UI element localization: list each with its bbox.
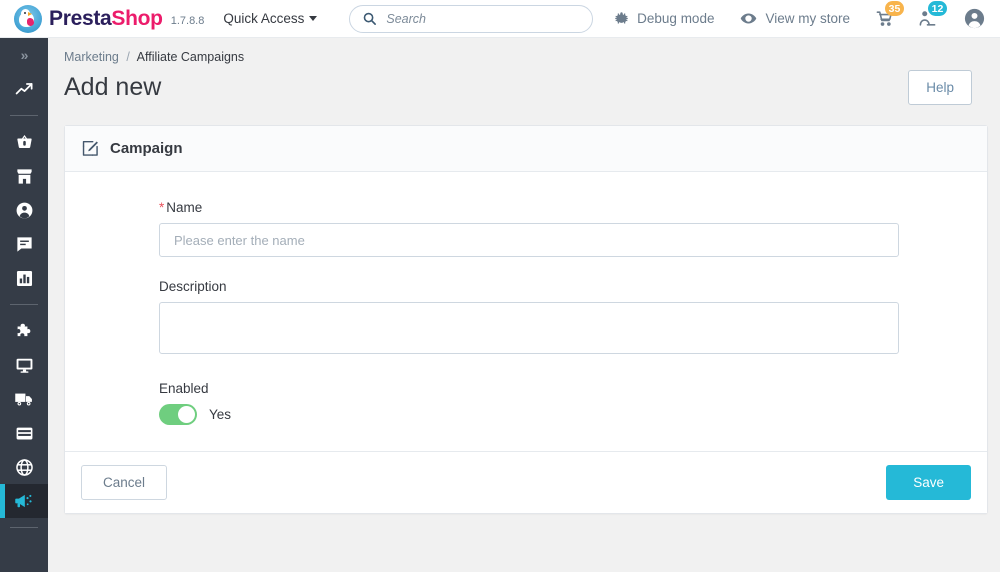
enabled-toggle-state-label: Yes	[209, 407, 232, 422]
trending-up-icon	[15, 82, 32, 94]
name-input[interactable]	[159, 223, 899, 257]
description-field-row: Description	[65, 279, 987, 359]
prestashop-admin-page: PrestaShop 1.7.8.8 Quick Access Debug mo…	[0, 0, 1000, 572]
enabled-field-row: Enabled Yes	[65, 381, 987, 425]
breadcrumb-parent[interactable]: Marketing	[64, 50, 119, 64]
main-sidebar: »	[0, 38, 48, 572]
user-account-button[interactable]	[949, 7, 986, 30]
name-label-text: Name	[166, 200, 203, 215]
sidebar-item-design[interactable]	[0, 348, 48, 382]
puzzle-icon	[17, 323, 30, 336]
sidebar-item-shipping[interactable]	[0, 382, 48, 416]
megaphone-icon	[15, 494, 32, 508]
name-field-row: * Name	[65, 200, 987, 257]
bar-chart-icon	[16, 270, 32, 286]
sidebar-item-payment[interactable]	[0, 416, 48, 450]
prestashop-logo[interactable]: PrestaShop	[14, 4, 163, 33]
bug-icon	[615, 12, 628, 24]
enabled-toggle-switch[interactable]	[159, 404, 197, 425]
page-title: Add new	[64, 73, 162, 101]
required-marker: *	[159, 200, 165, 215]
orders-badge-count: 35	[885, 1, 904, 16]
view-my-store-label: View my store	[765, 11, 850, 26]
customers-badge-count: 12	[928, 1, 947, 16]
search-icon	[364, 12, 377, 25]
main-content: Marketing / Affiliate Campaigns Add new …	[48, 38, 1000, 572]
page-title-row: Add new Help	[48, 64, 1000, 105]
sidebar-divider	[10, 115, 38, 116]
help-button[interactable]: Help	[908, 70, 972, 105]
monitor-icon	[16, 358, 32, 373]
card-footer: Cancel Save	[65, 451, 987, 513]
sidebar-item-catalog[interactable]	[0, 159, 48, 193]
campaign-card: Campaign *Name Description Enabled	[64, 125, 988, 514]
sidebar-item-customers[interactable]	[0, 193, 48, 227]
person-icon	[16, 202, 32, 218]
avatar-icon	[964, 8, 985, 29]
credit-card-icon	[16, 427, 32, 439]
logo-text-presta: Presta	[49, 6, 112, 30]
name-field-label: * Name	[159, 200, 971, 215]
double-chevron-right-icon: »	[20, 47, 29, 63]
search-box[interactable]	[349, 4, 594, 33]
chat-bubble-icon	[16, 236, 32, 252]
quick-access-label: Quick Access	[223, 11, 305, 26]
truck-icon	[15, 393, 32, 406]
debug-mode-label: Debug mode	[637, 11, 715, 26]
globe-icon	[15, 458, 33, 476]
cancel-button[interactable]: Cancel	[81, 465, 168, 500]
debug-mode-link[interactable]: Debug mode	[601, 11, 727, 26]
sidebar-divider	[10, 304, 38, 305]
enabled-toggle-row: Yes	[159, 404, 971, 425]
card-body: *Name Description Enabled Yes	[65, 172, 987, 451]
description-field-label: Description	[159, 279, 227, 294]
enabled-field-label: Enabled	[159, 381, 209, 396]
sidebar-item-marketing[interactable]	[0, 484, 48, 518]
edit-pencil-icon	[82, 140, 98, 156]
breadcrumb-separator: /	[126, 50, 130, 64]
customers-notifications-button[interactable]: 12	[906, 1, 949, 28]
orders-notifications-button[interactable]: 35	[863, 1, 906, 28]
sidebar-expand-toggle[interactable]: »	[0, 38, 48, 72]
card-header-title: Campaign	[110, 140, 183, 157]
version-label: 1.7.8.8	[170, 15, 205, 27]
view-my-store-link[interactable]: View my store	[727, 10, 863, 27]
description-textarea[interactable]	[159, 302, 899, 354]
sidebar-item-orders[interactable]	[0, 125, 48, 159]
logo-wordmark: PrestaShop	[49, 7, 163, 31]
basket-icon	[16, 134, 32, 148]
prestashop-logo-icon	[14, 4, 42, 33]
sidebar-item-international[interactable]	[0, 450, 48, 484]
quick-access-dropdown[interactable]: Quick Access	[223, 11, 318, 26]
top-header: PrestaShop 1.7.8.8 Quick Access Debug mo…	[0, 0, 1000, 38]
save-button[interactable]: Save	[886, 465, 971, 500]
breadcrumb-current: Affiliate Campaigns	[136, 50, 245, 64]
search-input[interactable]	[386, 11, 577, 26]
sidebar-item-stats[interactable]	[0, 261, 48, 295]
logo-text-shop: Shop	[111, 6, 163, 30]
store-icon	[16, 168, 32, 184]
sidebar-item-customer-service[interactable]	[0, 227, 48, 261]
sidebar-item-modules[interactable]	[0, 314, 48, 348]
sidebar-item-dashboard[interactable]	[0, 72, 48, 106]
eye-icon	[741, 13, 757, 24]
card-header: Campaign	[65, 126, 987, 172]
breadcrumb: Marketing / Affiliate Campaigns	[48, 38, 1000, 64]
toggle-knob	[178, 406, 195, 423]
header-right-group: Debug mode View my store 35 12	[601, 1, 1000, 30]
sidebar-divider	[10, 527, 38, 528]
chevron-down-icon	[309, 16, 318, 21]
